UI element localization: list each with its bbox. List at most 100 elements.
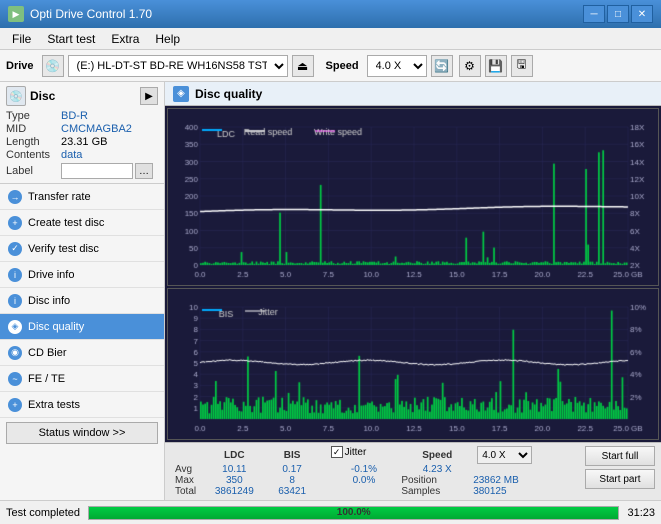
samples-label: Samples [401, 486, 473, 497]
avg-ldc: 10.11 [201, 464, 268, 475]
cd-bier-icon: ◉ [8, 346, 22, 360]
col-ldc: LDC [201, 446, 268, 464]
status-text: Test completed [6, 507, 80, 519]
contents-value: data [61, 149, 82, 161]
drive-toolbar: Drive 💿 (E:) HL-DT-ST BD-RE WH16NS58 TST… [0, 50, 661, 82]
content-area: ◈ Disc quality LDC BIS [165, 82, 661, 500]
stats-table: LDC BIS ✓ Jitter Speed 4.0 X [171, 446, 581, 497]
label-browse-button[interactable]: … [135, 163, 153, 179]
disc-mid-field: MID CMCMAGBA2 [6, 123, 158, 135]
disc-quality-header: ◈ Disc quality [165, 82, 661, 106]
nav-disc-info[interactable]: i Disc info [0, 288, 164, 314]
col-bis: BIS [268, 446, 317, 464]
type-label: Type [6, 110, 61, 122]
disc-quality-label: Disc quality [28, 321, 84, 333]
progress-percent: 100.0% [89, 507, 618, 519]
stats-bar: LDC BIS ✓ Jitter Speed 4.0 X [165, 442, 661, 500]
disc-header-icon: 💿 [6, 86, 26, 106]
save-button[interactable]: 🖫 [511, 55, 533, 77]
menu-bar: File Start test Extra Help [0, 28, 661, 50]
label-label: Label [6, 165, 61, 177]
disc-quality-icon: ◈ [8, 320, 22, 334]
menu-help[interactable]: Help [147, 28, 188, 49]
settings-button[interactable]: ⚙ [459, 55, 481, 77]
nav-disc-quality[interactable]: ◈ Disc quality [0, 314, 164, 340]
mid-value: CMCMAGBA2 [61, 123, 132, 135]
nav-fe-te[interactable]: ~ FE / TE [0, 366, 164, 392]
max-bis: 8 [268, 475, 317, 486]
menu-file[interactable]: File [4, 28, 39, 49]
status-bar: Test completed 100.0% 31:23 [0, 500, 661, 524]
nav-verify-test-disc[interactable]: ✓ Verify test disc [0, 236, 164, 262]
disc-type-field: Type BD-R [6, 110, 158, 122]
maximize-button[interactable]: □ [607, 5, 629, 23]
fe-te-icon: ~ [8, 372, 22, 386]
position-label: Position [401, 475, 473, 486]
disc-length-field: Length 23.31 GB [6, 136, 158, 148]
speed-label: Speed [326, 60, 359, 72]
start-part-button[interactable]: Start part [585, 469, 655, 489]
max-ldc: 350 [201, 475, 268, 486]
avg-speed: 4.23 X [401, 464, 473, 475]
speed-dropdown[interactable]: 4.0 X [477, 446, 532, 464]
drive-label: Drive [6, 60, 34, 72]
disc-contents-field: Contents data [6, 149, 158, 161]
charts-container [165, 106, 661, 442]
drive-select[interactable]: (E:) HL-DT-ST BD-RE WH16NS58 TST4 [68, 55, 288, 77]
type-value: BD-R [61, 110, 88, 122]
contents-label: Contents [6, 149, 61, 161]
disc-label-row: Label … [6, 163, 158, 179]
menu-start-test[interactable]: Start test [39, 28, 103, 49]
bis-canvas [168, 289, 658, 439]
nav-drive-info[interactable]: i Drive info [0, 262, 164, 288]
bis-chart [167, 288, 659, 440]
status-window-button[interactable]: Status window >> [6, 422, 158, 444]
verify-test-icon: ✓ [8, 242, 22, 256]
close-button[interactable]: ✕ [631, 5, 653, 23]
drive-icon-button: 💿 [42, 55, 64, 77]
label-input[interactable] [61, 163, 133, 179]
length-value: 23.31 GB [61, 136, 107, 148]
sidebar: 💿 Disc ▶ Type BD-R MID CMCMAGBA2 Length … [0, 82, 165, 500]
window-controls: ─ □ ✕ [583, 5, 653, 23]
max-jitter: 0.0% [327, 475, 402, 486]
refresh-button[interactable]: 🔄 [431, 55, 453, 77]
menu-extra[interactable]: Extra [103, 28, 147, 49]
extra-tests-icon: + [8, 398, 22, 412]
nav-cd-bier[interactable]: ◉ CD Bier [0, 340, 164, 366]
main-layout: 💿 Disc ▶ Type BD-R MID CMCMAGBA2 Length … [0, 82, 661, 500]
ldc-chart [167, 108, 659, 286]
jitter-checkbox[interactable]: ✓ [331, 446, 343, 458]
disc-info-label: Disc info [28, 295, 70, 307]
transfer-rate-icon: → [8, 190, 22, 204]
title-bar: ▶ Opti Drive Control 1.70 ─ □ ✕ [0, 0, 661, 28]
row-avg-label: Avg [171, 464, 201, 475]
avg-bis: 0.17 [268, 464, 317, 475]
app-title: Opti Drive Control 1.70 [30, 7, 583, 21]
total-jitter [327, 486, 402, 497]
minimize-button[interactable]: ─ [583, 5, 605, 23]
start-full-button[interactable]: Start full [585, 446, 655, 466]
total-bis: 63421 [268, 486, 317, 497]
col-speed: Speed [401, 446, 473, 464]
progress-bar: 100.0% [88, 506, 619, 520]
drive-info-icon: i [8, 268, 22, 282]
nav-transfer-rate[interactable]: → Transfer rate [0, 184, 164, 210]
disc-info-icon: i [8, 294, 22, 308]
length-label: Length [6, 136, 61, 148]
disc-quality-title: Disc quality [195, 87, 262, 101]
eject-button[interactable]: ⏏ [292, 55, 314, 77]
create-test-icon: + [8, 216, 22, 230]
speed-select[interactable]: 4.0 X 8.0 X 16.0 X [367, 55, 427, 77]
nav-extra-tests[interactable]: + Extra tests [0, 392, 164, 418]
disc-button[interactable]: 💾 [485, 55, 507, 77]
status-time: 31:23 [627, 507, 655, 519]
disc-header: 💿 Disc ▶ [6, 86, 158, 106]
action-buttons: Start full Start part [585, 446, 655, 489]
speed-dropdown-cell: 4.0 X [473, 446, 581, 464]
disc-icon-button[interactable]: ▶ [140, 87, 158, 105]
disc-quality-header-icon: ◈ [173, 86, 189, 102]
nav-create-test-disc[interactable]: + Create test disc [0, 210, 164, 236]
extra-tests-label: Extra tests [28, 399, 80, 411]
disc-header-title: Disc [30, 89, 55, 103]
